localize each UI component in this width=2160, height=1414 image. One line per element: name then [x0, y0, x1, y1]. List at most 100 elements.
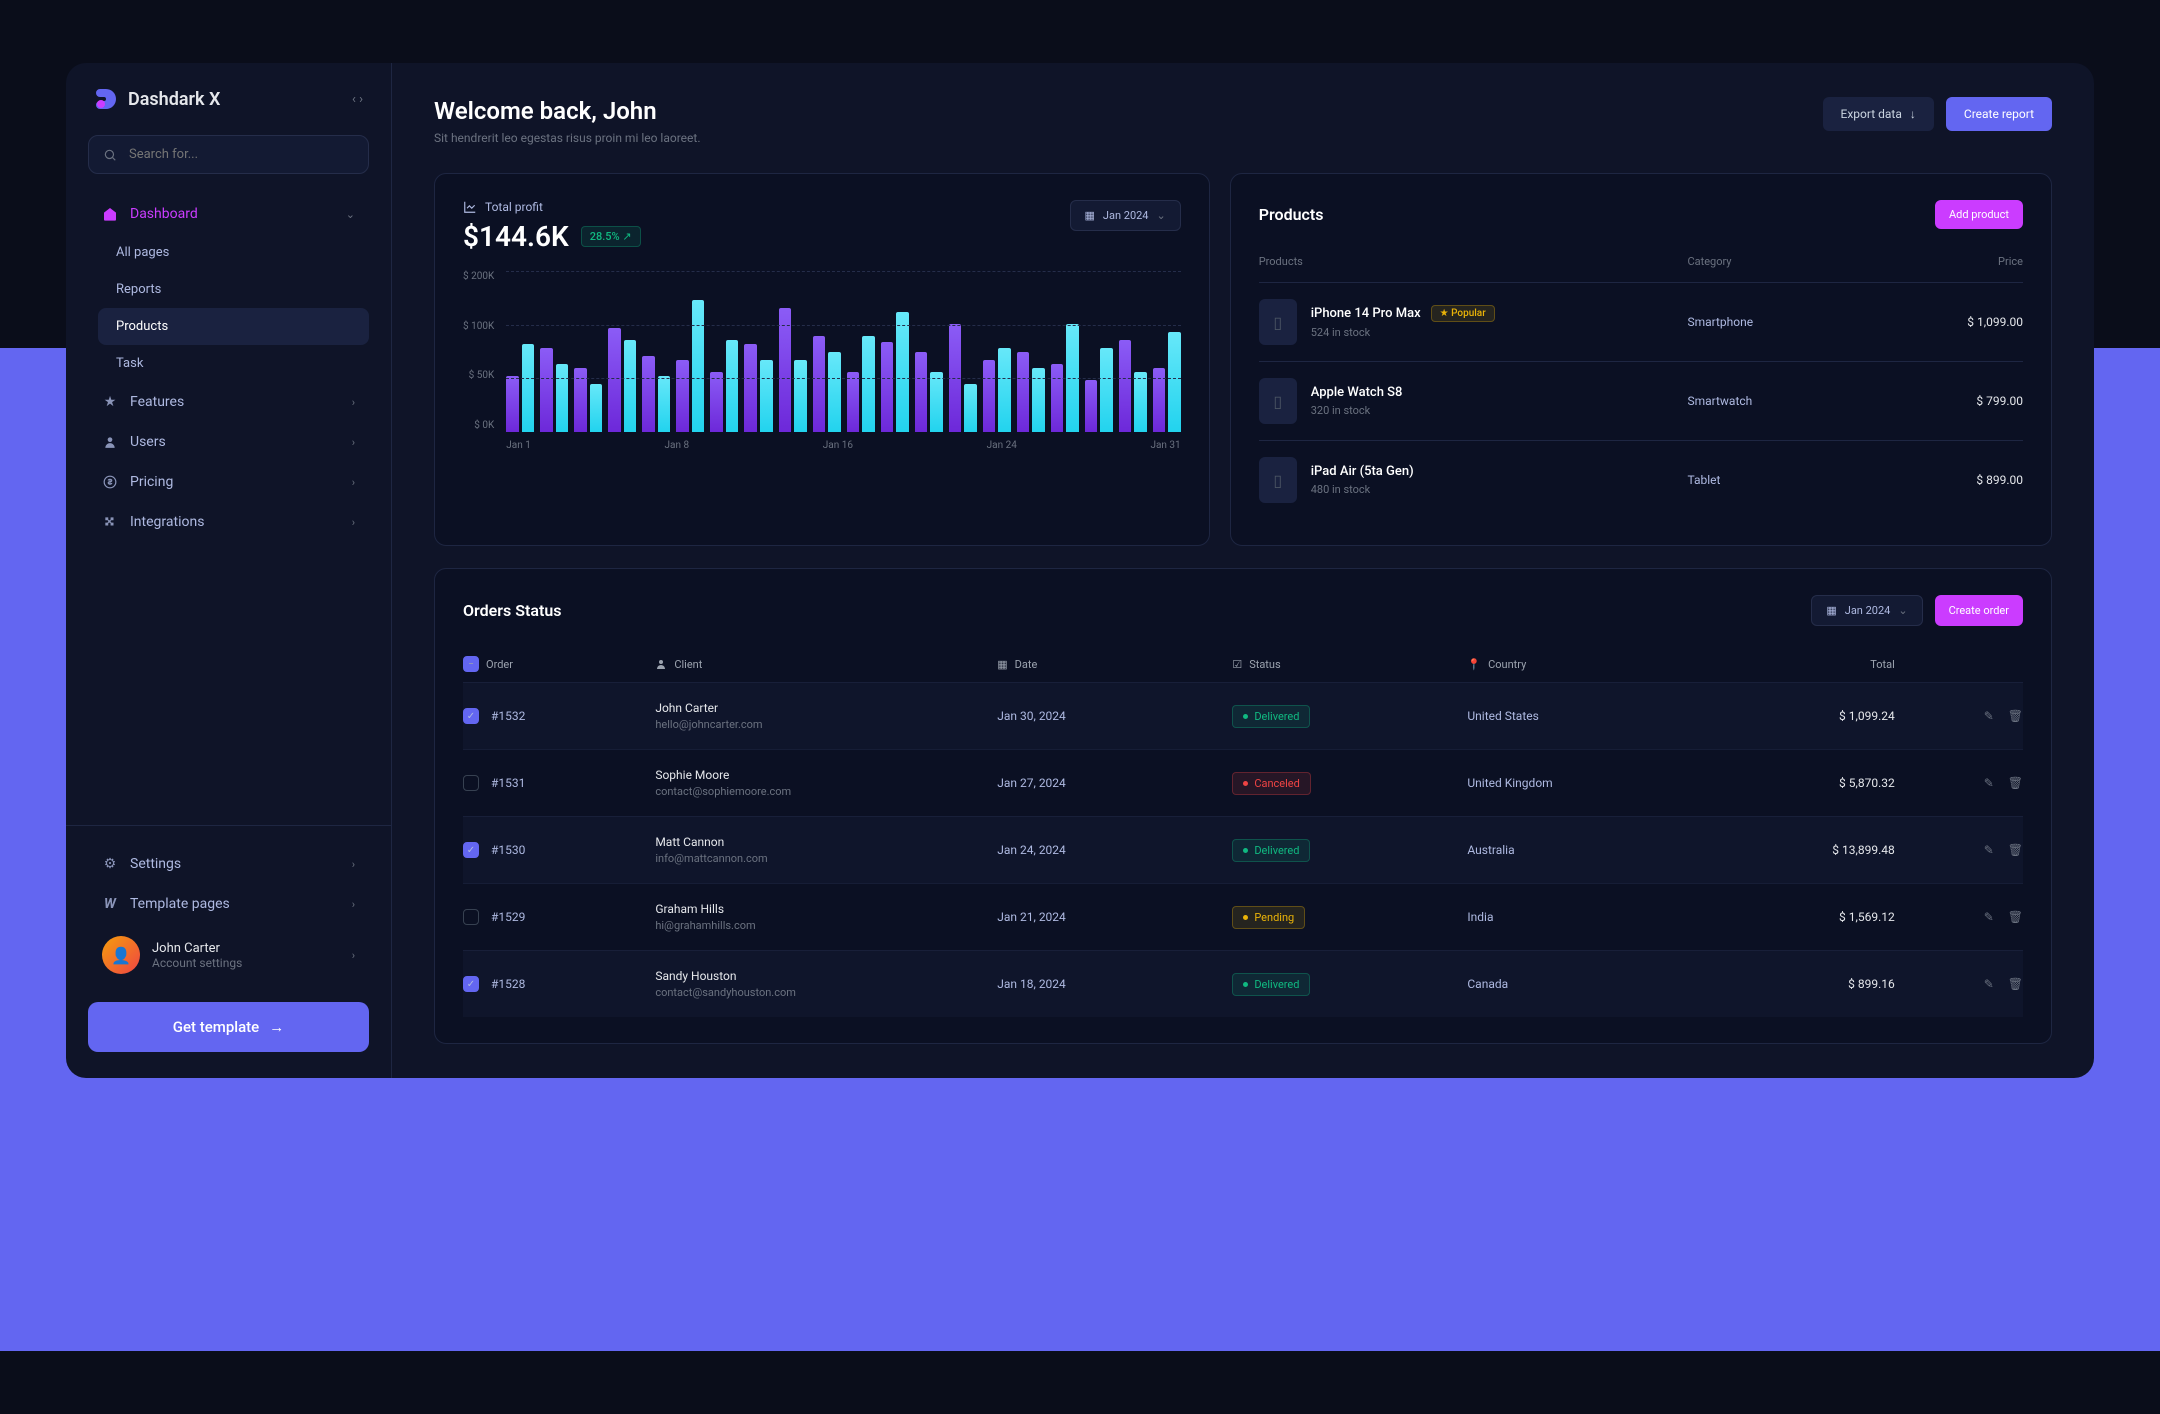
create-report-button[interactable]: Create report — [1946, 97, 2052, 131]
nav-users[interactable]: Users› — [88, 422, 369, 462]
delete-icon[interactable]: 🗑 — [2008, 776, 2023, 790]
star-icon: ★ — [102, 394, 118, 410]
order-country: Australia — [1467, 843, 1702, 857]
order-date: Jan 21, 2024 — [997, 910, 1232, 924]
add-product-button[interactable]: Add product — [1935, 200, 2023, 229]
export-data-button[interactable]: Export data↓ — [1823, 97, 1934, 131]
chevron-right-icon: › — [352, 476, 355, 489]
nav-integrations[interactable]: Integrations› — [88, 502, 369, 542]
order-total: $ 5,870.32 — [1702, 776, 1894, 790]
profit-label: Total profit — [485, 200, 543, 214]
order-id: #1532 — [491, 709, 525, 723]
nav-pricing[interactable]: Pricing› — [88, 462, 369, 502]
client-email: contact@sandyhouston.com — [655, 986, 997, 999]
delete-icon[interactable]: 🗑 — [2008, 977, 2023, 991]
collapse-icon[interactable]: ‹ › — [352, 92, 363, 107]
delete-icon[interactable]: 🗑 — [2008, 843, 2023, 857]
product-name: iPad Air (5ta Gen) — [1311, 464, 1414, 479]
x-tick: Jan 16 — [823, 440, 853, 451]
edit-icon[interactable]: ✎ — [1984, 709, 1994, 723]
client-email: hi@grahamhills.com — [655, 919, 997, 932]
calendar-icon: ▦ — [1826, 604, 1836, 617]
client-name: Matt Cannon — [655, 835, 997, 849]
bar-pair — [608, 272, 636, 432]
user-sub: Account settings — [152, 956, 242, 970]
status-badge: Canceled — [1232, 772, 1311, 795]
dollar-icon — [102, 474, 118, 490]
row-checkbox[interactable]: ✓ — [463, 842, 479, 858]
logo[interactable]: Dashdark X — [94, 87, 220, 111]
product-row[interactable]: ▯iPad Air (5ta Gen)480 in stock Tablet $… — [1259, 440, 2023, 519]
profit-value: $144.6K — [463, 220, 569, 253]
create-order-button[interactable]: Create order — [1935, 595, 2023, 626]
product-stock: 524 in stock — [1311, 326, 1495, 339]
row-checkbox[interactable] — [463, 909, 479, 925]
nav-task[interactable]: Task — [98, 345, 369, 382]
client-email: hello@johncarter.com — [655, 718, 997, 731]
nav-features[interactable]: ★Features› — [88, 382, 369, 422]
bar-pair — [813, 272, 841, 432]
product-image: ▯ — [1259, 457, 1297, 503]
edit-icon[interactable]: ✎ — [1984, 977, 1994, 991]
bar-pair — [1153, 272, 1181, 432]
chevron-down-icon: ⌄ — [1898, 604, 1907, 617]
bar-pair — [744, 272, 772, 432]
bar-pair — [915, 272, 943, 432]
search-field[interactable] — [129, 147, 354, 162]
product-image: ▯ — [1259, 299, 1297, 345]
pin-icon: 📍 — [1467, 658, 1481, 671]
order-date: Jan 30, 2024 — [997, 709, 1232, 723]
order-country: Canada — [1467, 977, 1702, 991]
row-checkbox[interactable] — [463, 775, 479, 791]
delete-icon[interactable]: 🗑 — [2008, 709, 2023, 723]
edit-icon[interactable]: ✎ — [1984, 843, 1994, 857]
order-date: Jan 27, 2024 — [997, 776, 1232, 790]
bar-pair — [1085, 272, 1113, 432]
row-checkbox[interactable]: ✓ — [463, 976, 479, 992]
bar-pair — [949, 272, 977, 432]
order-id: #1530 — [491, 843, 525, 857]
edit-icon[interactable]: ✎ — [1984, 910, 1994, 924]
product-row[interactable]: ▯Apple Watch S8320 in stock Smartwatch $… — [1259, 361, 2023, 440]
avatar: 👤 — [102, 936, 140, 974]
main: Welcome back, John Sit hendrerit leo ege… — [392, 63, 2094, 1078]
edit-icon[interactable]: ✎ — [1984, 776, 1994, 790]
order-date: Jan 18, 2024 — [997, 977, 1232, 991]
nav-settings[interactable]: ⚙Settings› — [88, 844, 369, 884]
nav-reports[interactable]: Reports — [98, 271, 369, 308]
delete-icon[interactable]: 🗑 — [2008, 910, 2023, 924]
select-all-checkbox[interactable]: − — [463, 656, 479, 672]
bar-pair — [983, 272, 1011, 432]
nav-all-pages[interactable]: All pages — [98, 234, 369, 271]
y-tick: $ 0K — [463, 420, 494, 431]
row-checkbox[interactable]: ✓ — [463, 708, 479, 724]
app-frame: Dashdark X ‹ › Dashboard ⌄ All pages Rep… — [66, 63, 2094, 1078]
product-stock: 480 in stock — [1311, 483, 1414, 496]
order-id: #1531 — [491, 776, 525, 790]
client-name: Graham Hills — [655, 902, 997, 916]
nav-products[interactable]: Products — [98, 308, 369, 345]
product-category: Smartwatch — [1687, 394, 1873, 408]
get-template-button[interactable]: Get template→ — [88, 1002, 369, 1052]
product-row[interactable]: ▯iPhone 14 Pro Max★ Popular524 in stock … — [1259, 282, 2023, 361]
y-tick: $ 50K — [463, 370, 494, 381]
col-products: Products — [1259, 255, 1688, 268]
download-icon: ↓ — [1910, 107, 1916, 121]
search-input[interactable] — [88, 135, 369, 174]
sidebar: Dashdark X ‹ › Dashboard ⌄ All pages Rep… — [66, 63, 392, 1078]
order-row: ✓#1530 Matt Cannoninfo@mattcannon.com Ja… — [463, 816, 2023, 883]
order-id: #1528 — [491, 977, 525, 991]
bar-pair — [847, 272, 875, 432]
nav-dashboard[interactable]: Dashboard ⌄ — [88, 194, 369, 234]
calendar-icon: ▦ — [1085, 209, 1095, 222]
order-id: #1529 — [491, 910, 525, 924]
profit-date-picker[interactable]: ▦Jan 2024⌄ — [1070, 200, 1181, 231]
nav-template-pages[interactable]: WTemplate pages› — [88, 884, 369, 924]
product-stock: 320 in stock — [1311, 404, 1403, 417]
status-badge: Delivered — [1232, 839, 1310, 862]
bar-pair — [574, 272, 602, 432]
calendar-icon: ▦ — [997, 658, 1007, 671]
user-menu[interactable]: 👤 John CarterAccount settings › — [88, 924, 369, 986]
chevron-right-icon: › — [352, 858, 355, 871]
orders-date-picker[interactable]: ▦Jan 2024⌄ — [1811, 595, 1922, 626]
